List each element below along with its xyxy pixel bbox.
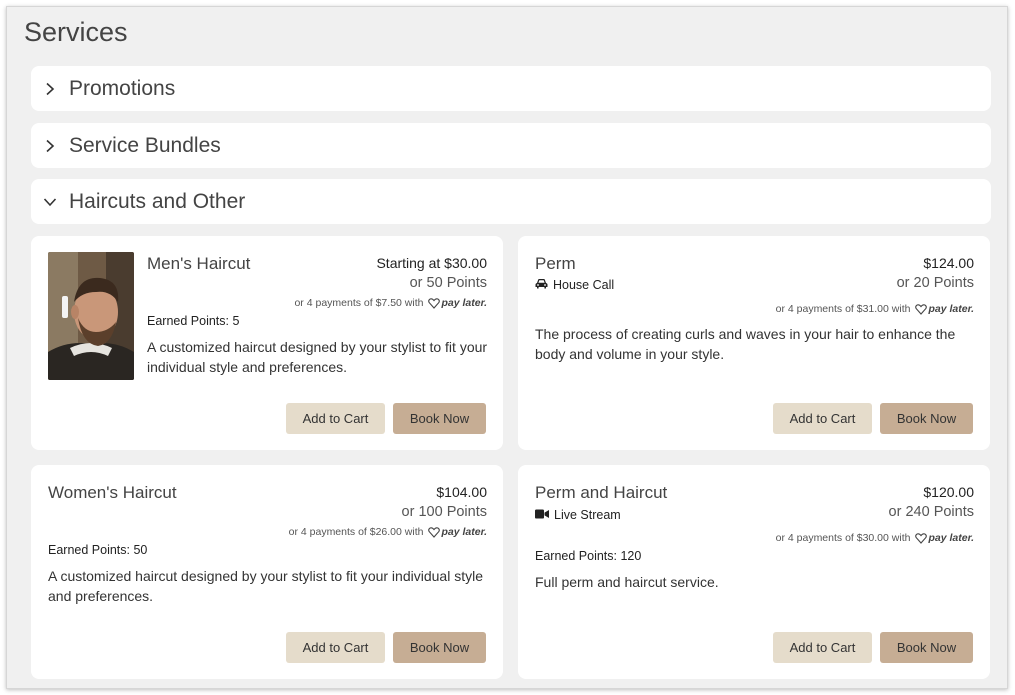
paylater-info: or 4 payments of $30.00 with pay later.: [776, 532, 974, 544]
paylater-text: or 4 payments of $30.00 with: [775, 532, 911, 544]
book-now-button[interactable]: Book Now: [880, 632, 973, 663]
paylater-logo: pay later.: [428, 526, 487, 538]
service-card-perm: Perm House Call $124.00 or 20 Points or …: [518, 236, 990, 450]
add-to-cart-button[interactable]: Add to Cart: [286, 403, 385, 434]
service-points-price: or 100 Points: [401, 504, 487, 520]
heart-icon: [428, 526, 441, 538]
book-now-button[interactable]: Book Now: [393, 632, 486, 663]
service-photo: [48, 252, 134, 380]
paylater-text: or 4 payments of $7.50 with: [294, 297, 424, 309]
service-points-price: or 240 Points: [888, 504, 974, 520]
chevron-right-icon: [43, 139, 57, 153]
accordion-promotions[interactable]: Promotions: [31, 66, 991, 111]
service-card-perm-and-haircut: Perm and Haircut Live Stream $120.00 or …: [518, 465, 990, 679]
services-panel: Services Promotions Service Bundles Hair…: [6, 6, 1008, 689]
service-price: Starting at $30.00: [376, 255, 487, 271]
service-card-mens-haircut: Men's Haircut Starting at $30.00 or 50 P…: [31, 236, 503, 450]
book-now-button[interactable]: Book Now: [880, 403, 973, 434]
service-tag: House Call: [535, 278, 614, 292]
add-to-cart-button[interactable]: Add to Cart: [773, 403, 872, 434]
add-to-cart-button[interactable]: Add to Cart: [286, 632, 385, 663]
heart-icon: [915, 532, 928, 544]
service-tag: Live Stream: [535, 508, 621, 522]
video-camera-icon: [535, 508, 549, 522]
accordion-service-bundles[interactable]: Service Bundles: [31, 123, 991, 168]
page-title: Services: [24, 17, 128, 47]
paylater-logo: pay later.: [915, 532, 974, 544]
paylater-logo: pay later.: [915, 303, 974, 315]
heart-icon: [915, 303, 928, 315]
accordion-label: Promotions: [69, 76, 176, 100]
paylater-info: or 4 payments of $26.00 with pay later.: [289, 526, 487, 538]
paylater-logo: pay later.: [428, 297, 487, 309]
paylater-text: or 4 payments of $26.00 with: [288, 526, 424, 538]
service-name: Women's Haircut: [48, 483, 177, 502]
service-points-price: or 20 Points: [896, 275, 974, 291]
service-tag-label: House Call: [553, 278, 615, 292]
service-points-price: or 50 Points: [409, 275, 487, 291]
service-card-womens-haircut: Women's Haircut $104.00 or 100 Points or…: [31, 465, 503, 679]
paylater-text: or 4 payments of $31.00 with: [775, 303, 911, 315]
accordion-label: Service Bundles: [69, 133, 221, 157]
earned-points: Earned Points: 5: [147, 314, 240, 328]
book-now-button[interactable]: Book Now: [393, 403, 486, 434]
chevron-right-icon: [43, 82, 57, 96]
chevron-down-icon: [43, 195, 57, 209]
add-to-cart-button[interactable]: Add to Cart: [773, 632, 872, 663]
car-icon: [535, 278, 548, 292]
service-name: Men's Haircut: [147, 254, 251, 273]
earned-points: Earned Points: 120: [535, 549, 642, 563]
paylater-info: or 4 payments of $31.00 with pay later.: [776, 303, 974, 315]
service-description: A customized haircut designed by your st…: [147, 339, 488, 375]
service-description: Full perm and haircut service.: [535, 574, 719, 590]
service-name: Perm and Haircut: [535, 483, 668, 502]
service-description: The process of creating curls and waves …: [535, 326, 956, 362]
service-price: $124.00: [923, 255, 974, 271]
accordion-label: Haircuts and Other: [69, 189, 246, 213]
service-description: A customized haircut designed by your st…: [48, 568, 483, 604]
service-name: Perm: [535, 254, 576, 273]
accordion-haircuts-and-other[interactable]: Haircuts and Other: [31, 179, 991, 224]
service-price: $120.00: [923, 484, 974, 500]
service-price: $104.00: [436, 484, 487, 500]
heart-icon: [428, 297, 441, 309]
earned-points: Earned Points: 50: [48, 543, 148, 557]
service-tag-label: Live Stream: [554, 508, 621, 522]
paylater-info: or 4 payments of $7.50 with pay later.: [294, 297, 487, 309]
